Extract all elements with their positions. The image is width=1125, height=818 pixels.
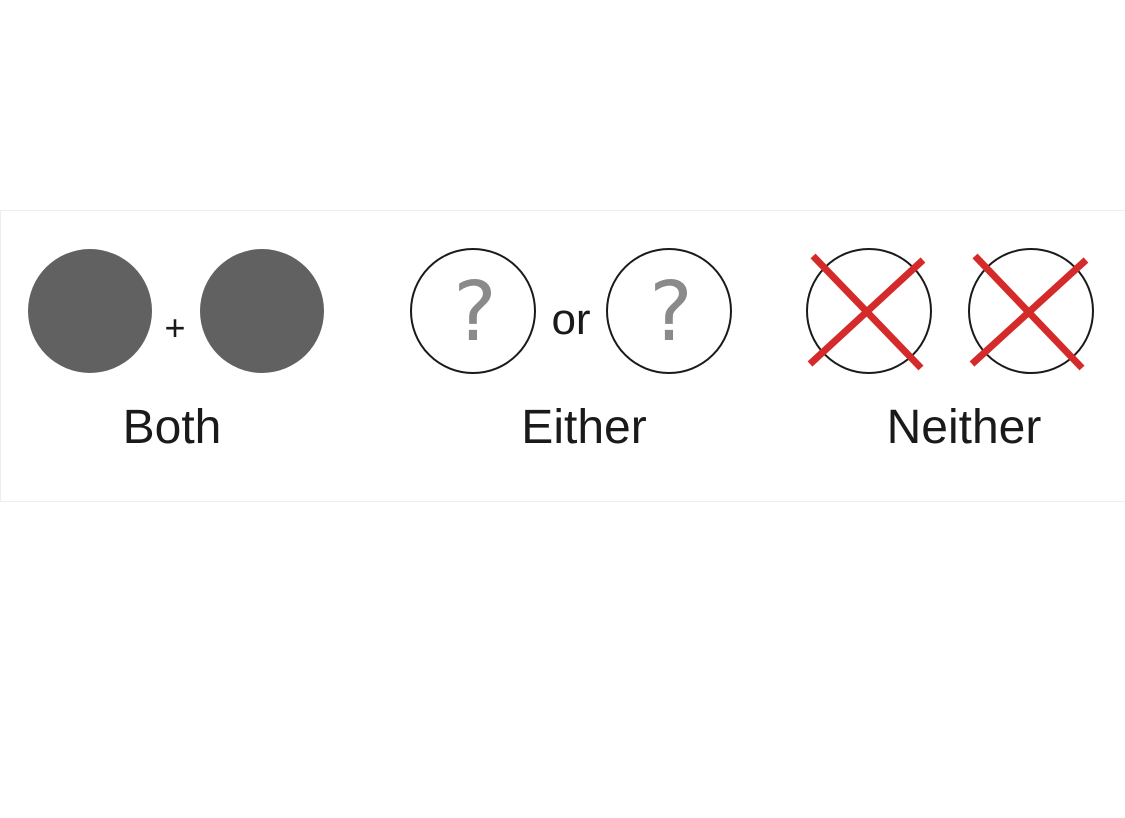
label-either: Either	[521, 401, 646, 454]
label-neither: Neither	[887, 401, 1042, 454]
label-both: Both	[123, 401, 222, 454]
plus-connector: +	[164, 307, 185, 348]
both-either-neither-diagram: + Both ? or ? Either Neither	[28, 248, 1094, 454]
or-connector: or	[551, 295, 590, 344]
filled-circle-right	[200, 249, 324, 373]
filled-circle-left	[28, 249, 152, 373]
question-mark-icon: ?	[649, 265, 693, 360]
group-either: ? or ? Either	[410, 248, 732, 454]
group-both: + Both	[28, 249, 324, 454]
group-neither: Neither	[806, 248, 1094, 454]
question-mark-icon: ?	[453, 265, 497, 360]
